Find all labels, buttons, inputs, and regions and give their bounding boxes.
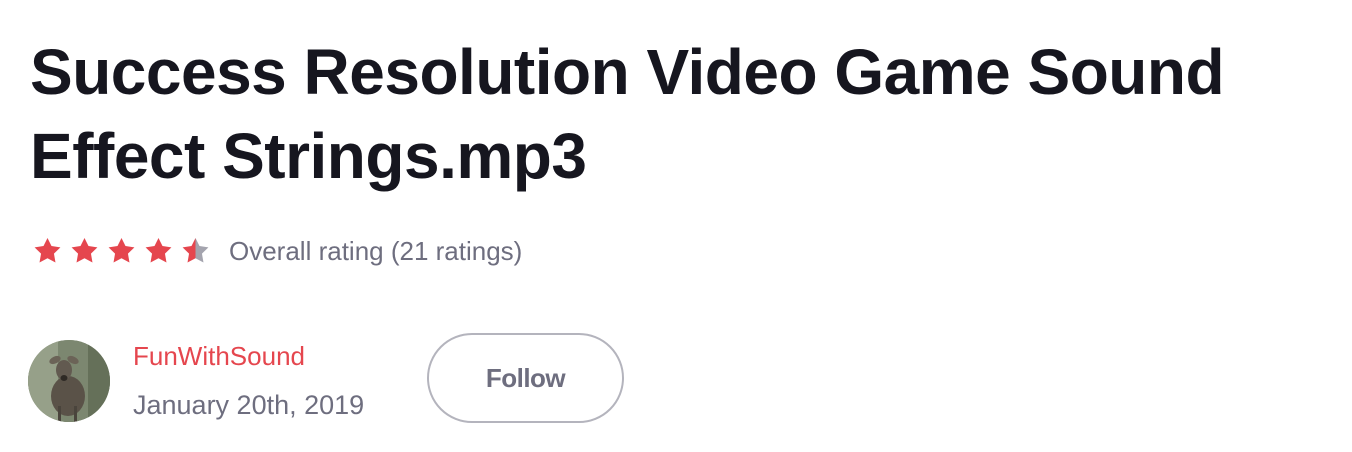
- avatar[interactable]: [28, 340, 110, 422]
- rating-row: Overall rating (21 ratings): [32, 231, 522, 271]
- star-icon: [108, 237, 135, 262]
- star-rating: [32, 236, 217, 267]
- deer-photo-avatar-icon: [28, 340, 110, 422]
- star-icon: [145, 237, 172, 262]
- star-icon: [71, 237, 98, 262]
- rating-summary: Overall rating (21 ratings): [229, 236, 523, 266]
- star-icon: [34, 237, 61, 262]
- star-half-icon: [182, 237, 209, 262]
- follow-button[interactable]: Follow: [427, 333, 624, 423]
- author-name-link[interactable]: FunWithSound: [133, 338, 305, 374]
- post-date: January 20th, 2019: [133, 390, 365, 420]
- page-title: Success Resolution Video Game Sound Effe…: [30, 36, 1225, 192]
